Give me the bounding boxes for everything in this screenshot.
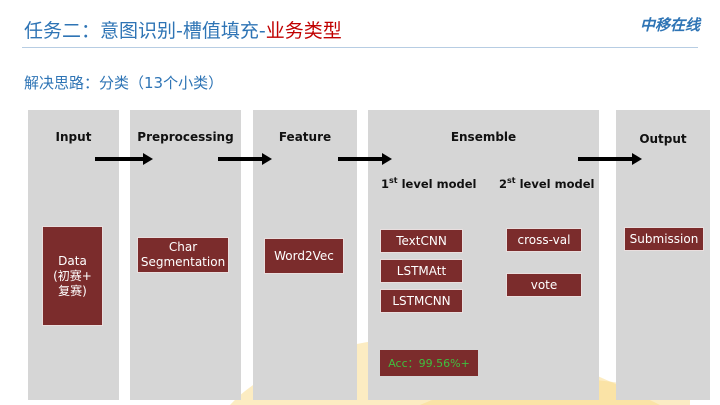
data-box: Data (初赛+ 复赛): [42, 226, 103, 326]
stage-label-preprocessing: Preprocessing: [137, 130, 234, 144]
level1-superscript: st: [389, 176, 398, 185]
page-title: 任务二：意图识别-槽值填充-业务类型: [24, 16, 342, 43]
level1-number: 1: [381, 176, 390, 191]
level2-number: 2: [499, 176, 508, 191]
arrow-icon: [95, 153, 153, 165]
model-box-cross-val: cross-val: [506, 228, 582, 252]
data-box-line: Data: [58, 253, 87, 268]
data-box-line: 复赛): [58, 283, 87, 298]
subtitle: 解决思路：分类（13个小类）: [24, 74, 224, 92]
word2vec-box: Word2Vec: [264, 238, 344, 274]
level2-text: level model: [515, 176, 595, 191]
model-box-lstmatt: LSTMAtt: [380, 259, 463, 283]
data-box-line: (初赛+: [53, 268, 92, 283]
level1-label: 1st level model: [381, 176, 476, 191]
title-divider: [22, 47, 698, 48]
model-box-textcnn: TextCNN: [380, 229, 463, 253]
model-box-vote: vote: [506, 273, 582, 297]
char-box-line: Segmentation: [140, 255, 226, 269]
level2-superscript: st: [507, 176, 516, 185]
level2-label: 2st level model: [499, 176, 594, 191]
brand-logo: 中移在线: [639, 16, 700, 34]
accuracy-badge: Acc：99.56%+: [380, 350, 478, 376]
model-box-lstmcnn: LSTMCNN: [380, 289, 463, 313]
arrow-icon: [218, 153, 272, 165]
submission-box: Submission: [624, 227, 704, 251]
stage-label-input: Input: [55, 130, 92, 144]
stage-label-output: Output: [639, 132, 687, 146]
page-title-highlight: 业务类型: [265, 20, 342, 42]
arrow-icon: [338, 153, 392, 165]
arrow-icon: [578, 153, 642, 165]
stage-label-feature: Feature: [278, 130, 332, 144]
char-segmentation-box: Char Segmentation: [137, 237, 229, 273]
page-title-main: 任务二：意图识别-槽值填充-: [24, 20, 266, 42]
char-box-line: Char: [168, 240, 198, 254]
stage-label-ensemble: Ensemble: [450, 130, 517, 144]
level1-text: level model: [397, 176, 477, 191]
